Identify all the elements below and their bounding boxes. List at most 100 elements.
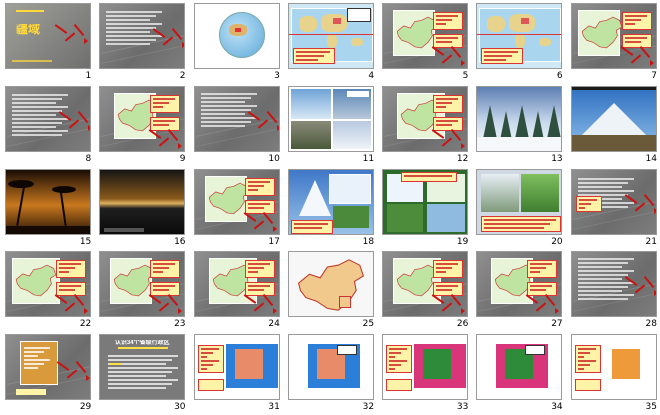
slide-thumbnail[interactable]: [570, 334, 657, 401]
slide-graphic: [247, 188, 258, 191]
slide-graphic: [182, 42, 185, 48]
slide-thumbnail[interactable]: [570, 251, 657, 318]
slide-graphic: [200, 368, 207, 371]
slide-graphic: [436, 271, 447, 274]
slide-number: 9: [179, 153, 186, 164]
slide-cell: 13: [474, 84, 568, 167]
slide-graphic: [577, 278, 622, 281]
slide-number: 2: [179, 71, 186, 81]
slide-cell: 11: [286, 84, 380, 167]
slide-graphic: [153, 267, 170, 270]
slide-number: 11: [362, 153, 375, 164]
slide-graphic: [12, 133, 62, 136]
callout-box: [150, 260, 181, 279]
slide-thumbnail[interactable]: [476, 85, 563, 152]
slide-cell: 25: [286, 249, 380, 332]
slide-graphic: [56, 361, 70, 372]
slide-thumbnail[interactable]: [287, 251, 374, 318]
slide-graphic: [441, 302, 453, 313]
slide-graphic: [577, 286, 628, 289]
slide-thumbnail[interactable]: [382, 168, 469, 235]
slide-thumbnail[interactable]: [382, 334, 469, 401]
slide-thumbnail[interactable]: [287, 168, 374, 235]
slide-graphic: [247, 184, 264, 187]
slide-graphic: [88, 124, 90, 131]
slide-graphic: [649, 60, 654, 66]
slide-thumbnail[interactable]: [193, 85, 280, 152]
slide-graphic: [200, 364, 213, 367]
slide-graphic: [84, 38, 88, 44]
slide-thumbnail[interactable]: [193, 168, 280, 235]
callout-box: [197, 345, 224, 374]
slide-thumbnail[interactable]: [99, 251, 186, 318]
slide-graphic: [106, 19, 151, 21]
slide-number: 20: [551, 236, 563, 247]
slide-thumbnail[interactable]: [193, 251, 280, 318]
slide-graphic: [624, 37, 647, 39]
slide-graphic: [577, 298, 628, 301]
china-highlight: [332, 18, 341, 24]
slide-graphic: [332, 205, 369, 228]
slide-thumbnail[interactable]: [382, 3, 469, 69]
palm-leaves: [8, 179, 34, 188]
slide-graphic: [64, 302, 76, 313]
label-box: [346, 90, 369, 97]
slide-graphic: [86, 375, 90, 382]
slide-thumbnail[interactable]: [476, 168, 563, 235]
tree: [515, 104, 530, 139]
slide-thumbnail[interactable]: 疆域: [5, 3, 91, 69]
slide-thumbnail[interactable]: [5, 168, 91, 235]
slide-graphic: [530, 285, 553, 288]
slide-graphic: [106, 39, 157, 41]
slide-number: 27: [551, 319, 563, 330]
slide-graphic: [24, 351, 44, 354]
slide-graphic: [288, 34, 373, 35]
slide-graphic: [634, 284, 645, 295]
slide-number: 31: [268, 402, 280, 413]
slide-graphic: [577, 294, 634, 297]
slide-number: 1: [85, 71, 92, 81]
slide-graphic: [200, 120, 251, 123]
slide-thumbnail[interactable]: [476, 334, 563, 401]
slide-graphic: [106, 23, 163, 25]
slide-graphic: [484, 51, 519, 53]
callout-box: [56, 260, 86, 279]
slide-thumbnail[interactable]: 认识34个省级行政区: [99, 334, 186, 401]
slide-thumbnail[interactable]: [570, 85, 657, 152]
slide-thumbnail[interactable]: [99, 168, 186, 235]
slide-graphic: [200, 104, 257, 107]
slide-graphic: [536, 302, 547, 313]
slide-thumbnail[interactable]: [193, 334, 280, 401]
slide-thumbnail[interactable]: [382, 251, 469, 318]
slide-graphic: [295, 55, 324, 57]
slide-graphic: [247, 202, 270, 205]
slide-thumbnail[interactable]: [99, 3, 186, 69]
slide-thumbnail[interactable]: [193, 3, 280, 69]
slide-thumbnail[interactable]: [5, 251, 91, 318]
slide-graphic: [436, 267, 453, 270]
slide-thumbnail[interactable]: [5, 334, 91, 401]
slide-thumbnail[interactable]: [476, 3, 563, 69]
slide-number: 8: [85, 153, 92, 164]
slide-number: 26: [456, 319, 469, 330]
slide-thumbnail[interactable]: [570, 3, 657, 69]
slide-graphic: [577, 258, 634, 261]
slide-thumbnail[interactable]: [287, 3, 374, 69]
slide-thumbnail[interactable]: [476, 251, 563, 318]
callout-box: [150, 282, 181, 297]
slide-thumbnail[interactable]: [382, 85, 469, 152]
slide-cell: 6: [474, 1, 568, 84]
slide-thumbnail[interactable]: [287, 334, 374, 401]
slide-thumbnail[interactable]: [570, 168, 657, 235]
slide-thumbnail[interactable]: [287, 85, 374, 152]
slide-graphic: [12, 117, 68, 120]
slide-graphic: [461, 142, 466, 149]
slide-graphic: [200, 356, 207, 359]
slide-graphic: [24, 367, 38, 370]
slide-thumbnail[interactable]: [99, 85, 186, 152]
tree: [547, 104, 562, 139]
china-highlight: [521, 18, 530, 24]
slide-graphic: [108, 367, 179, 370]
slide-thumbnail[interactable]: [5, 85, 91, 152]
callout-box: [527, 260, 558, 279]
